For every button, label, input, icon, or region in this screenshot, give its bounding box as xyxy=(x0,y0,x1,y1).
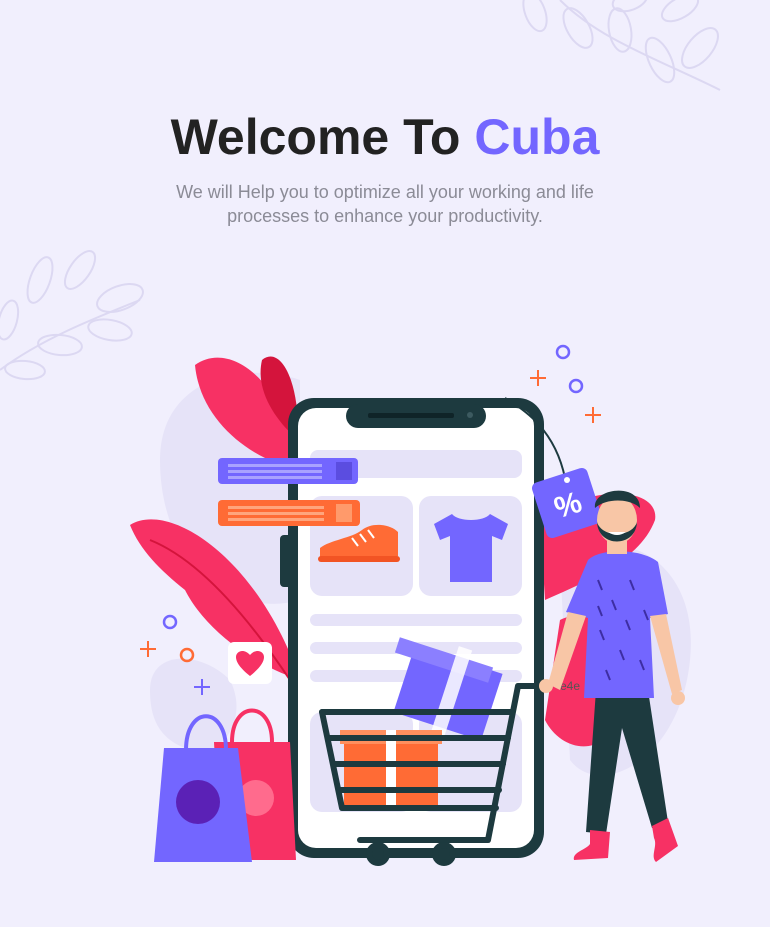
orange-box-icon xyxy=(340,730,442,808)
shopping-illustration: % e4e xyxy=(130,344,691,866)
heart-icon xyxy=(228,642,272,684)
welcome-page: Welcome To Cuba We will Help you to opti… xyxy=(0,0,770,927)
